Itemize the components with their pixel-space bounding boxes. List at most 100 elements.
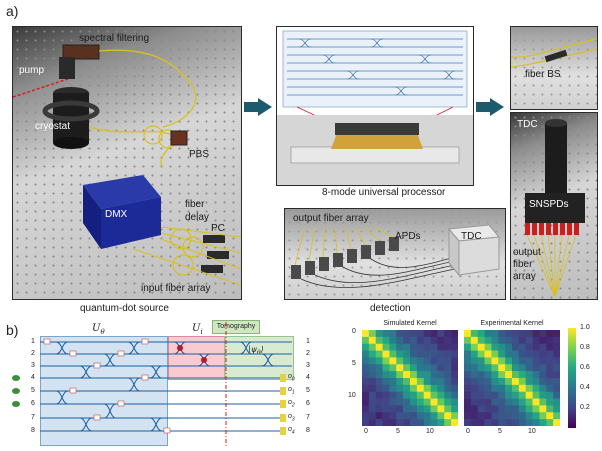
heatmap-cell xyxy=(491,350,499,358)
heatmap-cell xyxy=(423,412,431,420)
heatmap-cell xyxy=(491,391,499,399)
heatmap-cell xyxy=(477,412,485,420)
heatmap-cell xyxy=(512,384,520,393)
heatmap-cell xyxy=(546,384,554,393)
heatmap-cell xyxy=(416,419,425,426)
heatmap-cell xyxy=(546,357,554,365)
heatmap-cell xyxy=(546,378,554,386)
heatmap-cell xyxy=(375,378,383,386)
heatmap-cell xyxy=(430,371,438,379)
heatmap-cell xyxy=(389,350,397,358)
heatmap-cell xyxy=(430,350,438,358)
heatmap-cell xyxy=(512,391,520,399)
heatmap-cell xyxy=(451,357,458,365)
heatmap-cell xyxy=(505,364,513,372)
heatmap-cell xyxy=(396,350,404,358)
heatmap-cell xyxy=(539,330,547,338)
heatmap-cell xyxy=(362,357,370,365)
heatmap-cell xyxy=(505,391,513,399)
sim-y-tick-5: 5 xyxy=(352,360,356,367)
heatmap-cell xyxy=(464,371,472,379)
heatmap-cell xyxy=(444,391,452,399)
heatmap-cell xyxy=(484,343,492,351)
heatmap-cell xyxy=(470,419,479,426)
heatmap-cell xyxy=(512,378,520,386)
heatmap-cell xyxy=(444,357,452,365)
heatmap-cell xyxy=(553,391,560,399)
heatmap-cell xyxy=(368,384,377,393)
heatmap-cell xyxy=(505,384,513,393)
heatmap-cell xyxy=(498,350,506,358)
heatmap-cell xyxy=(464,384,472,393)
heatmap-cell xyxy=(477,384,485,393)
heatmap-cell xyxy=(396,384,404,393)
heatmap-cell xyxy=(484,336,492,345)
heatmap-cell xyxy=(368,330,377,338)
heatmap-cell xyxy=(382,336,390,345)
heatmap-cell xyxy=(484,391,492,399)
heatmap-cell xyxy=(410,419,418,426)
heatmap-cell xyxy=(396,364,404,372)
heatmap-cell xyxy=(532,350,540,358)
heatmap-cell xyxy=(484,350,492,358)
heatmap-cell xyxy=(368,343,377,351)
heatmap-cell xyxy=(416,371,425,379)
heatmap-cell xyxy=(423,350,431,358)
heatmap-cell xyxy=(396,405,404,413)
heatmap-cell xyxy=(512,336,520,345)
heatmap-cell xyxy=(382,384,390,393)
heatmap-cell xyxy=(464,343,472,351)
heatmap-cell xyxy=(451,405,458,413)
heatmap-cell xyxy=(539,364,547,372)
experimental-kernel-heatmap xyxy=(464,330,560,426)
heatmap-cell xyxy=(423,398,431,406)
heatmap-cell xyxy=(437,371,445,379)
heatmap-cell xyxy=(505,336,513,345)
heatmap-cell xyxy=(410,384,418,393)
heatmap-cell xyxy=(375,384,383,393)
heatmap-cell xyxy=(512,419,520,426)
heatmap-cell xyxy=(389,378,397,386)
mode-right-2: 2 xyxy=(306,350,310,357)
heatmap-cell xyxy=(512,364,520,372)
heatmap-cell xyxy=(368,350,377,358)
heatmap-cell xyxy=(410,391,418,399)
heatmap-cell xyxy=(512,405,520,413)
heatmap-cell xyxy=(403,357,411,365)
heatmap-cell xyxy=(451,350,458,358)
heatmap-cell xyxy=(498,378,506,386)
heatmap-cell xyxy=(512,371,520,379)
heatmap-cell xyxy=(403,405,411,413)
heatmap-cell xyxy=(382,398,390,406)
heatmap-cell xyxy=(389,384,397,393)
heatmap-cell xyxy=(410,405,418,413)
heatmap-cell xyxy=(553,343,560,351)
mode-right-1: 1 xyxy=(306,338,310,345)
heatmap-cell xyxy=(546,330,554,338)
heatmap-cell xyxy=(518,336,527,345)
heatmap-cell xyxy=(368,412,377,420)
heatmap-cell xyxy=(451,378,458,386)
heatmap-cell xyxy=(423,405,431,413)
heatmap-cell xyxy=(416,336,425,345)
heatmap-cell xyxy=(368,371,377,379)
heatmap-cell xyxy=(532,371,540,379)
heatmap-cell xyxy=(477,330,485,338)
heatmap-cell xyxy=(518,371,527,379)
heatmap-cell xyxy=(389,405,397,413)
heatmap-cell xyxy=(532,412,540,420)
heatmap-cell xyxy=(553,398,560,406)
heatmap-cell xyxy=(389,419,397,426)
heatmap-cell xyxy=(546,405,554,413)
heatmap-cell xyxy=(470,371,479,379)
heatmap-cell xyxy=(484,384,492,393)
heatmap-cell xyxy=(505,405,513,413)
heatmap-cell xyxy=(403,343,411,351)
heatmap-cell xyxy=(396,391,404,399)
heatmap-cell xyxy=(553,419,560,426)
heatmap-cell xyxy=(532,419,540,426)
heatmap-cell xyxy=(403,330,411,338)
heatmap-cell xyxy=(525,412,533,420)
heatmap-cell xyxy=(389,364,397,372)
heatmap-cell xyxy=(375,330,383,338)
